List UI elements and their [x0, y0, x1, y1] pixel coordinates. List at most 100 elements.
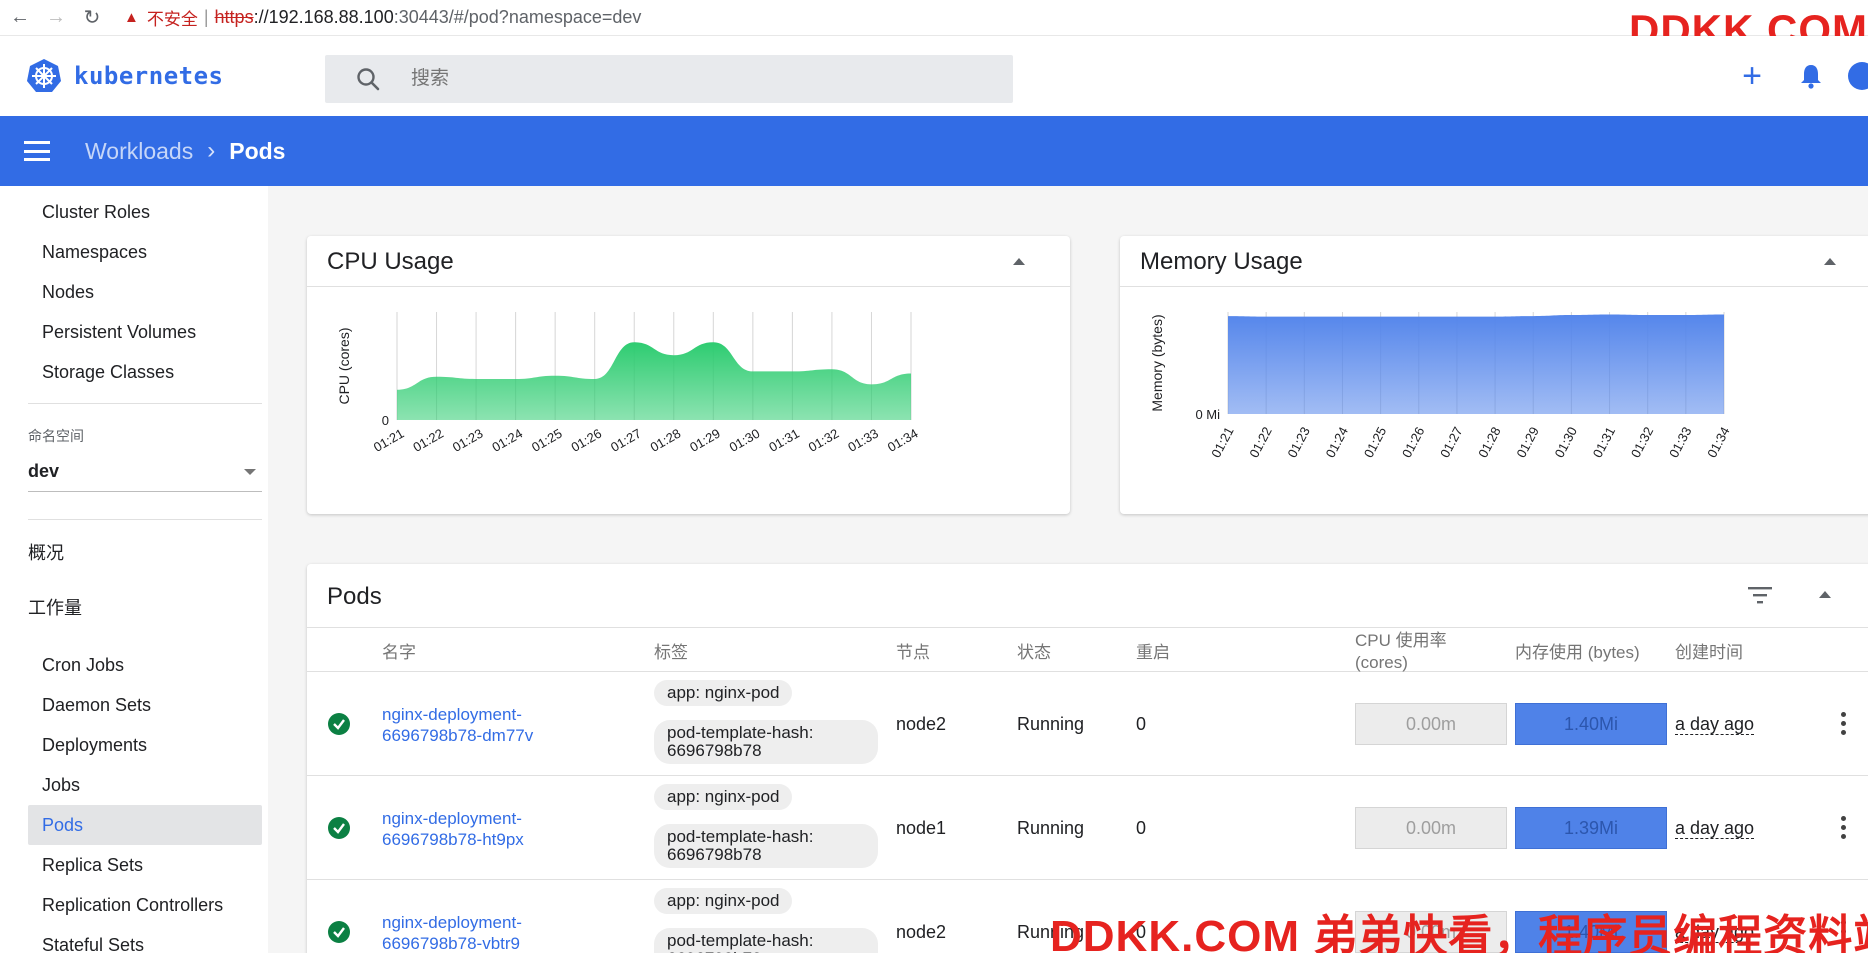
browser-toolbar: ← → ↻ ▲ 不安全 | https ://192.168.88.100 :3…	[0, 0, 1868, 53]
app-header: kubernetes +	[0, 36, 1868, 116]
x-tick-label: 01:29	[1513, 424, 1542, 460]
back-icon[interactable]: ←	[4, 2, 36, 34]
sidebar-item-storage-classes[interactable]: Storage Classes	[28, 352, 262, 392]
search-box[interactable]	[325, 55, 1013, 103]
pod-name-link[interactable]: nginx-deployment-6696798b78-vbtr9	[382, 912, 607, 953]
sidebar-item-workloads[interactable]: 工作量	[28, 587, 82, 627]
sidebar-item-namespaces[interactable]: Namespaces	[28, 232, 262, 272]
header-name[interactable]: 名字	[382, 642, 416, 664]
label-chip: app: nginx-pod	[654, 680, 793, 706]
header-restarts[interactable]: 重启	[1136, 642, 1170, 664]
memory-usage-chart: 0 Mi Memory (bytes) 01:21 01:22 01:23 01:24 01…	[1149, 312, 1733, 460]
x-tick-label: 01:25	[529, 426, 565, 455]
node-cell[interactable]: node2	[896, 922, 946, 943]
status-ok-icon	[328, 713, 350, 735]
hamburger-menu-icon[interactable]	[24, 141, 50, 161]
x-tick-label: 01:33	[1666, 424, 1695, 460]
header-labels: 标签	[654, 643, 688, 662]
status-ok-icon	[328, 921, 350, 943]
cpu-usage-card: CPU Usage 0 CPU (cores) 01:21 01:22 01:23 01:…	[307, 236, 1070, 514]
header-node[interactable]: 节点	[896, 642, 930, 664]
label-chip: app: nginx-pod	[654, 784, 793, 810]
label-chip: app: nginx-pod	[654, 888, 793, 914]
x-tick-label: 01:21	[1208, 424, 1237, 460]
table-header: 名字 标签 节点 状态 重启 CPU 使用率 (cores) 内存使用 (byt…	[307, 627, 1868, 672]
url-scheme: https	[214, 7, 254, 27]
reload-icon[interactable]: ↻	[76, 2, 108, 34]
series-area	[397, 342, 911, 420]
x-tick-label: 01:28	[1475, 424, 1504, 460]
header-memory: 内存使用 (bytes)	[1515, 643, 1640, 662]
sidebar-item-replication-controllers[interactable]: Replication Controllers	[28, 885, 262, 925]
more-vert-icon[interactable]	[1841, 816, 1846, 839]
sidebar-item-persistent-volumes[interactable]: Persistent Volumes	[28, 312, 262, 352]
table-row[interactable]: nginx-deployment-6696798b78-ht9px app: n…	[307, 776, 1868, 880]
sidebar-item-stateful-sets[interactable]: Stateful Sets	[28, 925, 262, 953]
sidebar-item-deployments[interactable]: Deployments	[28, 725, 262, 765]
created-cell: a day ago	[1675, 714, 1755, 735]
search-icon	[357, 68, 380, 91]
memory-card-title: Memory Usage	[1140, 248, 1303, 275]
restarts-cell: 0	[1136, 818, 1147, 838]
node-cell[interactable]: node2	[896, 714, 946, 735]
cpu-usage-bar: 0.00m	[1355, 703, 1507, 745]
x-tick-label: 01:26	[1399, 424, 1428, 460]
x-tick-label: 01:32	[1628, 424, 1657, 460]
sidebar-divider	[28, 403, 262, 404]
breadcrumb-toolbar: Workloads › Pods	[0, 116, 1868, 186]
breadcrumb-pods: Pods	[229, 137, 286, 164]
x-tick-label: 01:26	[569, 426, 605, 455]
collapse-icon[interactable]	[1824, 258, 1836, 265]
pod-name-link[interactable]: nginx-deployment-6696798b78-ht9px	[382, 808, 607, 850]
sidebar-item-pods[interactable]: Pods	[28, 805, 262, 845]
x-tick-label: 01:29	[687, 426, 723, 455]
forward-icon[interactable]: →	[40, 2, 72, 34]
notification-bell-icon[interactable]	[1800, 63, 1822, 89]
node-cell[interactable]: node1	[896, 818, 946, 839]
header-created[interactable]: 创建时间	[1675, 642, 1743, 664]
memory-usage-bar: 1.40Mi	[1515, 703, 1667, 745]
watermark-bottom: DDKK.COM 弟弟快看，程序员编程资料站	[1050, 912, 1868, 953]
x-tick-label: 01:21	[371, 426, 407, 455]
collapse-icon[interactable]	[1013, 258, 1025, 265]
label-chip: pod-template-hash: 6696798b78	[654, 928, 878, 953]
y-tick-label: 0 Mi	[1195, 407, 1220, 422]
sidebar-item-nodes[interactable]: Nodes	[28, 272, 262, 312]
namespace-select[interactable]: dev	[28, 452, 262, 492]
logo-text: kubernetes	[74, 62, 224, 90]
x-tick-label: 01:22	[1246, 424, 1275, 460]
create-plus-icon[interactable]: +	[1742, 57, 1762, 96]
pod-name-link[interactable]: nginx-deployment-6696798b78-dm77v	[382, 704, 607, 746]
cpu-card-title: CPU Usage	[327, 248, 454, 275]
header-cpu: CPU 使用率 (cores)	[1355, 631, 1447, 672]
label-chip: pod-template-hash: 6696798b78	[654, 824, 878, 868]
address-bar[interactable]: ▲ 不安全 | https ://192.168.88.100 :30443/#…	[124, 5, 641, 30]
filter-icon[interactable]	[1748, 586, 1772, 604]
main-content: CPU Usage 0 CPU (cores) 01:21 01:22 01:23 01:…	[268, 186, 1868, 953]
restarts-cell: 0	[1136, 714, 1147, 734]
x-tick-label: 01:25	[1361, 424, 1390, 460]
sidebar-item-replica-sets[interactable]: Replica Sets	[28, 845, 262, 885]
search-input[interactable]	[411, 68, 971, 90]
sidebar-item-overview[interactable]: 概况	[28, 532, 64, 572]
x-tick-label: 01:24	[489, 426, 525, 455]
sidebar-item-cluster-roles[interactable]: Cluster Roles	[28, 192, 262, 232]
status-cell: Running	[1017, 714, 1085, 734]
x-tick-label: 01:32	[806, 426, 842, 455]
more-vert-icon[interactable]	[1841, 712, 1846, 735]
breadcrumb-workloads[interactable]: Workloads	[85, 138, 193, 165]
sidebar-item-daemon-sets[interactable]: Daemon Sets	[28, 685, 262, 725]
table-row[interactable]: nginx-deployment-6696798b78-dm77v app: n…	[307, 672, 1868, 776]
collapse-icon[interactable]	[1819, 591, 1831, 598]
warning-icon: ▲	[124, 9, 139, 26]
url-separator: |	[203, 7, 209, 27]
header-status[interactable]: 状态	[1017, 642, 1051, 664]
account-icon[interactable]	[1848, 62, 1868, 90]
sidebar-item-cron-jobs[interactable]: Cron Jobs	[28, 645, 262, 685]
kubernetes-logo-icon	[27, 59, 61, 92]
status-cell: Running	[1017, 818, 1085, 838]
x-tick-label: 01:31	[766, 426, 802, 455]
logo[interactable]: kubernetes	[26, 58, 224, 94]
cpu-usage-bar: 0.00m	[1355, 807, 1507, 849]
sidebar-item-jobs[interactable]: Jobs	[28, 765, 262, 805]
